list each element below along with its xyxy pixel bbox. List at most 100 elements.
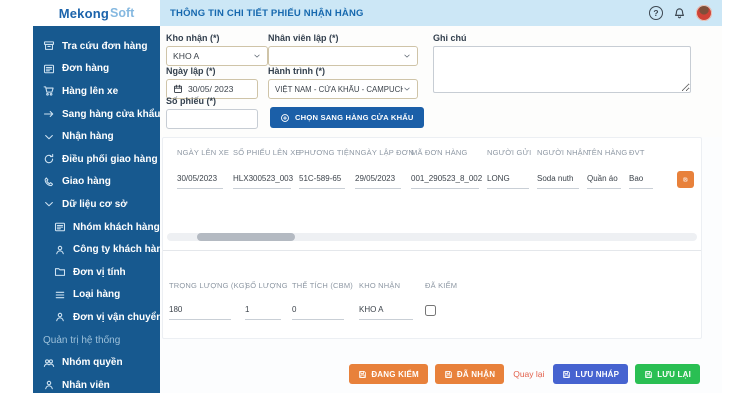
- chevron-down-icon: [43, 198, 55, 210]
- sidebar-section-quan-tri-he-thong: Quản trị hệ thống: [43, 329, 160, 352]
- help-icon[interactable]: [649, 6, 663, 20]
- kho-nhan-label: Kho nhận (*): [166, 33, 268, 43]
- chon-sang-hang-label: CHỌN SANG HÀNG CỬA KHẨU: [295, 113, 414, 122]
- column-header: MÃ ĐƠN HÀNG: [411, 148, 487, 157]
- sidebar-item-loai-hang[interactable]: Loại hàng: [54, 284, 160, 307]
- cell-so-luong[interactable]: 1: [245, 302, 281, 320]
- dang-kiem-button[interactable]: ĐANG KIỂM: [349, 364, 428, 384]
- kho-nhan-select[interactable]: KHO A: [166, 46, 268, 66]
- cell-trong-luong[interactable]: 180: [169, 302, 231, 320]
- cell-nguoi-gui[interactable]: LONG: [487, 171, 529, 189]
- sidebar-item-label: Sang hàng cửa khẩu: [62, 109, 160, 120]
- save-icon: [644, 370, 653, 379]
- row-save-button[interactable]: [677, 171, 694, 188]
- sidebar-item-label: Điều phối giao hàng: [62, 154, 158, 165]
- column-header: ĐÃ KIỂM: [425, 281, 465, 290]
- save-icon: [562, 370, 571, 379]
- sidebar-item-don-vi-tinh[interactable]: Đơn vị tính: [54, 261, 160, 284]
- column-header: ĐVT: [629, 148, 657, 157]
- person-icon: [43, 379, 55, 391]
- hanh-trinh-label: Hành trình (*): [268, 66, 418, 76]
- person-icon: [54, 244, 66, 256]
- horizontal-scrollbar[interactable]: [167, 233, 697, 241]
- page-title: THÔNG TIN CHI TIẾT PHIẾU NHẬN HÀNG: [170, 8, 649, 19]
- sidebar-item-sang-hang-cua-khau[interactable]: Sang hàng cửa khẩu: [43, 103, 160, 126]
- sidebar-item-don-hang[interactable]: Đơn hàng: [43, 58, 160, 81]
- sidebar-item-label: Nhóm khách hàng: [73, 222, 160, 233]
- dang-kiem-label: ĐANG KIỂM: [371, 370, 419, 379]
- scrollbar-thumb[interactable]: [197, 233, 295, 241]
- app-window: Mekong Soft Tra cứu đơn hàng Đơn hàng Hà…: [33, 0, 722, 393]
- da-kiem-checkbox[interactable]: [425, 305, 436, 316]
- cell-ten-hang[interactable]: Quần áo: [587, 171, 621, 189]
- kho-nhan-value: KHO A: [173, 51, 253, 61]
- cell-nguoi-nhan[interactable]: Soda nuth: [537, 171, 579, 189]
- cell-dvt[interactable]: Bao: [629, 171, 653, 189]
- da-nhan-label: ĐÃ NHẬN: [457, 370, 495, 379]
- cell-ngay-lap-don[interactable]: 29/05/2023: [355, 171, 401, 189]
- sidebar-item-hang-len-xe[interactable]: Hàng lên xe: [43, 80, 160, 103]
- sidebar-item-giao-hang[interactable]: Giao hàng: [43, 171, 160, 194]
- list-icon: [54, 289, 66, 301]
- detail-table-card: NGÀY LÊN XE SỐ PHIẾU LÊN XE PHƯƠNG TIỆN …: [162, 137, 702, 339]
- sidebar-item-cong-ty-khach-hang[interactable]: Công ty khách hàng: [54, 238, 160, 261]
- user-avatar[interactable]: [696, 5, 712, 21]
- luu-lai-button[interactable]: LƯU LẠI: [635, 364, 700, 384]
- quantity-table-header: TRỌNG LƯỢNG (KG) SỐ LƯỢNG THỂ TÍCH (CBM)…: [169, 281, 671, 290]
- sidebar-item-label: Đơn hàng: [62, 63, 109, 74]
- hanh-trinh-select[interactable]: VIỆT NAM - CỬA KHẨU - CAMPUCHIA: [268, 79, 418, 99]
- chon-sang-hang-button[interactable]: CHỌN SANG HÀNG CỬA KHẨU: [270, 107, 424, 128]
- sidebar-item-label: Giao hàng: [62, 176, 111, 187]
- column-header: SỐ LƯỢNG: [245, 281, 292, 290]
- sidebar-item-label: Đơn vị vận chuyển: [73, 312, 162, 323]
- ngay-lap-label: Ngày lập (*): [166, 66, 258, 76]
- so-phieu-input[interactable]: [166, 109, 258, 129]
- cell-phuong-tien[interactable]: 51C-589-65: [299, 171, 345, 189]
- luu-lai-label: LƯU LẠI: [657, 370, 691, 379]
- luu-nhap-label: LƯU NHÁP: [575, 370, 619, 379]
- sidebar-item-nhom-khach-hang[interactable]: Nhóm khách hàng: [54, 216, 160, 239]
- card-icon: [54, 221, 66, 233]
- da-nhan-button[interactable]: ĐÃ NHẬN: [435, 364, 504, 384]
- receipt-form: Kho nhận (*) KHO A Nhân viên lập (*) Ghi…: [160, 26, 722, 137]
- sidebar-item-label: Dữ liệu cơ sở: [62, 199, 127, 210]
- sidebar-item-nhan-vien[interactable]: Nhân viên: [43, 374, 160, 397]
- logo-text-secondary: Soft: [110, 6, 134, 20]
- document-icon: [43, 63, 55, 75]
- sidebar-item-du-lieu-co-so[interactable]: Dữ liệu cơ sở: [43, 193, 160, 216]
- ghi-chu-label: Ghi chú: [433, 33, 691, 43]
- plus-circle-icon: [280, 113, 290, 123]
- luu-nhap-button[interactable]: LƯU NHÁP: [553, 364, 628, 384]
- cell-ma-don-hang[interactable]: 001_290523_8_002: [411, 171, 479, 189]
- sidebar-item-label: Loại hàng: [73, 289, 120, 300]
- sidebar-item-tra-cuu-don-hang[interactable]: Tra cứu đơn hàng: [43, 35, 160, 58]
- sidebar-item-label: Nhóm quyền: [62, 357, 123, 368]
- cell-kho-nhan[interactable]: KHO A: [359, 302, 413, 320]
- sidebar-item-don-vi-van-chuyen[interactable]: Đơn vị vận chuyển: [54, 306, 160, 329]
- quay-lai-link[interactable]: Quay lại: [511, 369, 546, 379]
- hanh-trinh-value: VIỆT NAM - CỬA KHẨU - CAMPUCHIA: [275, 85, 403, 94]
- cell-the-tich[interactable]: 0: [292, 302, 344, 320]
- column-header: NGÀY LÊN XE: [177, 148, 233, 157]
- column-header: NGƯỜI NHẬN: [537, 148, 587, 157]
- sidebar-item-dieu-phoi-giao-hang[interactable]: Điều phối giao hàng: [43, 148, 160, 171]
- save-icon: [358, 370, 367, 379]
- bell-icon[interactable]: [673, 7, 686, 20]
- chevron-down-icon: [253, 52, 261, 60]
- sidebar-item-nhom-quyen[interactable]: Nhóm quyền: [43, 351, 160, 374]
- sidebar-item-label: Công ty khách hàng: [73, 244, 169, 255]
- nhan-vien-lap-select[interactable]: [268, 46, 418, 66]
- ghi-chu-textarea[interactable]: [433, 46, 691, 93]
- archive-icon: [43, 40, 55, 52]
- chevron-down-icon: [403, 85, 411, 93]
- chevron-down-icon: [403, 52, 411, 60]
- footer-actions: ĐANG KIỂM ĐÃ NHẬN Quay lại LƯU NHÁP LƯU …: [349, 364, 700, 384]
- cell-ngay-len-xe[interactable]: 30/05/2023: [177, 171, 223, 189]
- calendar-icon: [173, 84, 183, 94]
- column-header: NGÀY LẬP ĐƠN: [355, 148, 411, 157]
- cell-so-phieu-len-xe[interactable]: HLX300523_003: [233, 171, 291, 189]
- column-header: THỂ TÍCH (CBM): [292, 281, 359, 290]
- chevron-down-icon: [43, 131, 55, 143]
- column-header: PHƯƠNG TIỆN: [299, 148, 355, 157]
- sidebar-item-nhan-hang[interactable]: Nhận hàng: [43, 125, 160, 148]
